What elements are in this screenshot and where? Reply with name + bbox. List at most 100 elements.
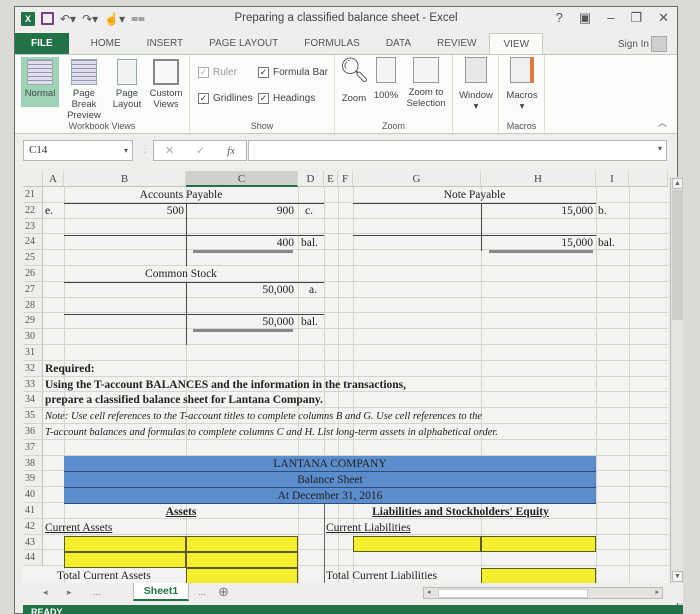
sheet-tab-sheet1[interactable]: Sheet1	[133, 583, 189, 601]
tab-view[interactable]: VIEW	[489, 33, 544, 55]
close-icon[interactable]: ✕	[658, 10, 669, 26]
note-line-1[interactable]: Note: Use cell references to the T-accou…	[45, 409, 482, 424]
headings-checkbox[interactable]: ✓ Headings	[258, 93, 315, 104]
ap-balance-amount[interactable]: 400	[186, 236, 294, 251]
prev-sheet-icon[interactable]: ◂	[43, 587, 48, 598]
np-credit-ref[interactable]: b.	[598, 204, 607, 219]
row-header-42[interactable]: 42	[23, 518, 43, 535]
cancel-icon[interactable]: ✕	[165, 144, 174, 157]
col-header-h[interactable]: H	[481, 171, 596, 187]
vertical-scroll-thumb[interactable]	[672, 190, 683, 320]
tab-page-layout[interactable]: PAGE LAYOUT	[196, 33, 291, 55]
row-header-24[interactable]: 24	[23, 234, 43, 251]
scroll-left-icon[interactable]: ◂	[427, 588, 431, 596]
zoom-to-selection-button[interactable]: Zoom to Selection	[403, 57, 449, 109]
gridlines-checkbox[interactable]: ✓ Gridlines	[198, 93, 252, 104]
worksheet-grid[interactable]: A B C D E F G H I 21 22 23 24 25 26 27 28 29 30 31…	[23, 171, 668, 583]
asset-name-input-43[interactable]	[64, 552, 186, 568]
zoom-100-button[interactable]: 100%	[371, 57, 401, 101]
scroll-up-icon[interactable]: ▲	[672, 178, 683, 189]
row-header-22[interactable]: 22	[23, 202, 43, 219]
cs-title[interactable]: Common Stock	[64, 267, 298, 282]
tab-insert[interactable]: INSERT	[134, 33, 197, 55]
row-header-38[interactable]: 38	[23, 455, 43, 472]
page-break-preview-button[interactable]: Page Break Preview	[61, 59, 107, 121]
ribbon-display-icon[interactable]: ▣	[579, 10, 591, 26]
next-sheet-icon[interactable]: ▸	[67, 587, 72, 598]
row-header-25[interactable]: 25	[23, 250, 43, 266]
note-line-2[interactable]: T-account balances and formulas to compl…	[45, 425, 498, 440]
page-layout-button[interactable]: Page Layout	[109, 59, 145, 110]
ap-debit-ref[interactable]: e.	[45, 204, 53, 219]
custom-views-button[interactable]: Custom Views	[147, 59, 185, 110]
scroll-right-icon[interactable]: ▸	[655, 588, 659, 596]
ap-title[interactable]: Accounts Payable	[64, 188, 298, 203]
col-header-a[interactable]: A	[43, 171, 64, 187]
cs-balance-ref[interactable]: bal.	[301, 315, 318, 330]
more-sheets-left[interactable]: ...	[93, 587, 101, 597]
ap-debit-amount[interactable]: 500	[64, 204, 184, 219]
liabilities-equity-header[interactable]: Liabilities and Stockholders' Equity	[325, 505, 596, 520]
liability-amount-input-42[interactable]	[481, 536, 596, 552]
instruction-line-2[interactable]: prepare a classified balance sheet for L…	[45, 393, 323, 408]
tab-data[interactable]: DATA	[373, 33, 424, 55]
liability-name-input-42[interactable]	[353, 536, 481, 552]
cs-balance-amount[interactable]: 50,000	[186, 315, 294, 330]
total-current-liabilities-label[interactable]: Total Current Liabilities	[326, 569, 437, 583]
tab-home[interactable]: HOME	[69, 33, 134, 55]
add-sheet-icon[interactable]: ⊕	[218, 584, 229, 600]
select-all-button[interactable]	[23, 171, 43, 187]
vertical-scrollbar[interactable]: ▲ ▼	[670, 177, 683, 583]
expand-formula-bar-icon[interactable]: ▾	[658, 144, 662, 153]
ap-credit-ref[interactable]: c.	[305, 204, 313, 219]
col-header-g[interactable]: G	[353, 171, 481, 187]
row-header-31[interactable]: 31	[23, 345, 43, 361]
more-sheets-right[interactable]: ...	[198, 587, 206, 597]
company-name[interactable]: LANTANA COMPANY	[64, 457, 596, 472]
statement-date[interactable]: At December 31, 2016	[64, 489, 596, 504]
row-header-33[interactable]: 33	[23, 376, 43, 393]
horizontal-scrollbar[interactable]: ◂ ▸	[423, 587, 663, 599]
row-header-23[interactable]: 23	[23, 218, 43, 235]
tab-formulas[interactable]: FORMULAS	[291, 33, 373, 55]
col-header-d[interactable]: D	[298, 171, 324, 187]
row-header-28[interactable]: 28	[23, 297, 43, 314]
cs-credit-ref[interactable]: a.	[309, 283, 317, 298]
asset-amount-input-42[interactable]	[186, 536, 298, 552]
required-label[interactable]: Required:	[45, 362, 95, 377]
tab-review[interactable]: REVIEW	[424, 33, 489, 55]
np-balance-amount[interactable]: 15,000	[481, 236, 593, 251]
col-header-e[interactable]: E	[324, 171, 338, 187]
formula-input[interactable]: ▾	[248, 140, 667, 161]
horizontal-scroll-thumb[interactable]	[438, 589, 588, 598]
assets-header[interactable]: Assets	[64, 505, 298, 520]
row-header-40[interactable]: 40	[23, 487, 43, 503]
restore-icon[interactable]: ❐	[630, 10, 642, 26]
col-header-i[interactable]: I	[596, 171, 629, 187]
ap-balance-ref[interactable]: bal.	[301, 236, 318, 251]
current-assets-label[interactable]: Current Assets	[45, 521, 112, 536]
cs-credit-amount[interactable]: 50,000	[186, 283, 294, 298]
ap-credit-amount[interactable]: 900	[186, 204, 294, 219]
asset-name-input-42[interactable]	[64, 536, 186, 552]
row-header-27[interactable]: 27	[23, 281, 43, 298]
total-current-assets-input[interactable]	[186, 568, 298, 583]
tab-file[interactable]: FILE	[15, 33, 69, 55]
insert-function-icon[interactable]: fx	[227, 145, 235, 157]
np-title[interactable]: Note Payable	[353, 188, 596, 203]
sign-in-button[interactable]: Sign In	[618, 36, 667, 52]
row-header-26[interactable]: 26	[23, 266, 43, 282]
collapse-ribbon-icon[interactable]: ︿	[658, 116, 667, 129]
row-header-30[interactable]: 30	[23, 329, 43, 345]
np-balance-ref[interactable]: bal.	[598, 236, 615, 251]
col-header-f[interactable]: F	[338, 171, 353, 187]
np-credit-amount[interactable]: 15,000	[481, 204, 593, 219]
statement-name[interactable]: Balance Sheet	[64, 473, 596, 488]
asset-amount-input-43[interactable]	[186, 552, 298, 568]
row-header-35[interactable]: 35	[23, 408, 43, 424]
row-header-39[interactable]: 39	[23, 471, 43, 488]
macros-button[interactable]: Macros ▾	[503, 57, 541, 112]
current-liabilities-label[interactable]: Current Liabilities	[326, 521, 411, 536]
total-current-assets-label[interactable]: Total Current Assets	[57, 569, 151, 583]
formula-bar-checkbox[interactable]: ✓ Formula Bar	[258, 67, 328, 78]
